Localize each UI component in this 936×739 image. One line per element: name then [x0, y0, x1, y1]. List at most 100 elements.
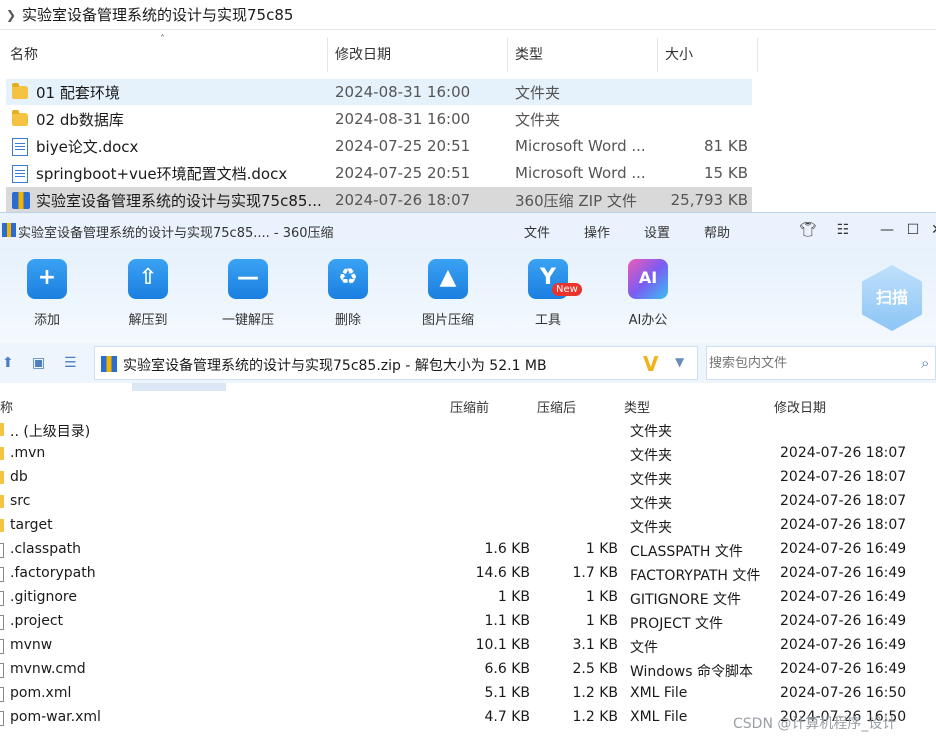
column-divider[interactable]	[327, 38, 328, 72]
file-icon	[0, 615, 4, 630]
ai-office-button[interactable]: AI AI办公	[603, 259, 693, 328]
address-bar[interactable]: ❯ 实验室设备管理系统的设计与实现75c85	[0, 0, 936, 30]
menu-operation[interactable]: 操作	[584, 222, 610, 241]
horizontal-scroll-thumb[interactable]	[132, 383, 226, 391]
file-icon	[0, 591, 4, 606]
archive-path-box[interactable]: 实验室设备管理系统的设计与实现75c85.zip - 解包大小为 52.1 MB…	[94, 346, 698, 380]
address-path[interactable]: 实验室设备管理系统的设计与实现75c85	[22, 4, 293, 25]
list-header-before[interactable]: 压缩前	[450, 397, 489, 416]
menu-help[interactable]: 帮助	[704, 222, 730, 241]
navigation-bar: ⬆ ▣ ☰ 实验室设备管理系统的设计与实现75c85.zip - 解包大小为 5…	[0, 343, 936, 383]
archive-list-row[interactable]: .factorypath 14.6 KB 1.7 KB FACTORYPATH 文件 2…	[0, 562, 936, 586]
list-header-after[interactable]: 压缩后	[537, 397, 576, 416]
file-size: 15 KB	[704, 164, 748, 182]
column-header-type[interactable]: 类型	[515, 38, 543, 72]
view-thumbnail-icon[interactable]: ▣	[32, 355, 45, 371]
entry-name: mvnw	[10, 637, 53, 653]
chevron-right-icon[interactable]: ❯	[0, 8, 22, 22]
entry-type: CLASSPATH 文件	[630, 544, 743, 560]
archive-list-row[interactable]: .gitignore 1 KB 1 KB GITIGNORE 文件 2024-07-26…	[0, 586, 936, 610]
verified-v-icon[interactable]: V	[643, 352, 658, 376]
app-zip-icon	[2, 223, 16, 237]
size-before: 10.1 KB	[475, 637, 530, 653]
entry-name: .project	[10, 613, 64, 629]
scan-button[interactable]: 扫描	[862, 265, 922, 331]
entry-type: XML File	[630, 709, 688, 725]
archive-list-row[interactable]: mvnw 10.1 KB 3.1 KB 文件 2024-07-26 16:49	[0, 634, 936, 658]
file-icon	[0, 663, 4, 678]
explorer-row[interactable]: 01 配套环境 2024-08-31 16:00 文件夹	[6, 79, 752, 105]
column-header-name[interactable]: 名称	[10, 38, 38, 72]
list-header-type[interactable]: 类型	[624, 397, 650, 416]
list-header-name[interactable]: 称	[0, 397, 13, 416]
extract-to-button[interactable]: ⇧ 解压到	[103, 259, 193, 328]
file-icon	[0, 711, 4, 726]
modified-date: 2024-08-31 16:00	[335, 83, 471, 101]
size-after: 1.2 KB	[572, 709, 619, 725]
file-type: 360压缩 ZIP 文件	[515, 191, 637, 210]
entry-name: .mvn	[10, 445, 46, 461]
maximize-icon[interactable]: ☐	[902, 219, 924, 241]
archive-list-row[interactable]: src 文件夹 2024-07-26 18:07	[0, 490, 936, 514]
explorer-row[interactable]: springboot+vue环境配置文档.docx 2024-07-25 20:5…	[6, 160, 752, 186]
list-header-date[interactable]: 修改日期	[774, 397, 826, 416]
explorer-row[interactable]: 02 db数据库 2024-08-31 16:00 文件夹	[6, 106, 752, 132]
add-button[interactable]: + 添加	[2, 259, 92, 328]
modified-date: 2024-08-31 16:00	[335, 110, 471, 128]
search-box[interactable]: ⌕	[706, 346, 936, 380]
size-before: 5.1 KB	[484, 685, 531, 701]
modified-date: 2024-07-26 18:07	[335, 191, 471, 209]
size-before: 14.6 KB	[475, 565, 530, 581]
archive-list-row[interactable]: pom.xml 5.1 KB 1.2 KB XML File 2024-07-26 16…	[0, 682, 936, 706]
one-click-extract-button[interactable]: — 一键解压	[203, 259, 293, 328]
file-type: 文件夹	[515, 83, 561, 102]
zip-titlebar[interactable]: 实验室设备管理系统的设计与实现75c85.... - 360压缩 文件 操作 设…	[0, 213, 936, 247]
size-before: 4.7 KB	[484, 709, 531, 725]
column-divider[interactable]	[657, 38, 658, 72]
archive-list-row[interactable]: mvnw.cmd 6.6 KB 2.5 KB Windows 命令脚本 2024-07-…	[0, 658, 936, 682]
archive-list-row[interactable]: db 文件夹 2024-07-26 18:07	[0, 466, 936, 490]
search-input[interactable]	[707, 347, 917, 379]
skin-shirt-icon[interactable]: 👕︎	[797, 219, 819, 241]
image-compress-button[interactable]: ▲ 图片压缩	[403, 259, 493, 328]
folder-icon	[12, 110, 30, 127]
archive-list-row[interactable]: .project 1.1 KB 1 KB PROJECT 文件 2024-07-26 1…	[0, 610, 936, 634]
column-divider[interactable]	[757, 38, 758, 72]
explorer-row[interactable]: 实验室设备管理系统的设计与实现75c85... 2024-07-26 18:07 3…	[6, 187, 752, 213]
archive-list-row[interactable]: .mvn 文件夹 2024-07-26 18:07	[0, 442, 936, 466]
folder-icon	[0, 519, 4, 532]
explorer-row[interactable]: biye论文.docx 2024-07-25 20:51 Microsoft Wor…	[6, 133, 752, 159]
file-name: biye论文.docx	[36, 137, 139, 156]
minimize-icon[interactable]: —	[876, 219, 898, 241]
archive-list-row[interactable]: .. (上级目录) 文件夹	[0, 418, 936, 442]
entry-name: mvnw.cmd	[10, 661, 86, 677]
search-icon[interactable]: ⌕	[921, 354, 929, 372]
archive-list-row[interactable]: target 文件夹 2024-07-26 18:07	[0, 514, 936, 538]
menu-settings[interactable]: 设置	[644, 222, 670, 241]
file-explorer: ❯ 实验室设备管理系统的设计与实现75c85 ˄ 名称 修改日期 类型 大小 0…	[0, 0, 936, 213]
feedback-icon[interactable]: ☷	[832, 219, 854, 241]
up-arrow-icon[interactable]: ⬆	[2, 355, 14, 371]
chevron-down-icon[interactable]: ▼	[675, 355, 684, 369]
size-after: 1 KB	[585, 589, 618, 605]
archive-list-row[interactable]: .classpath 1.6 KB 1 KB CLASSPATH 文件 2024-07-…	[0, 538, 936, 562]
one-click-extract-icon: —	[228, 259, 268, 299]
entry-name: .. (上级目录)	[10, 424, 91, 440]
menu-file[interactable]: 文件	[524, 222, 550, 241]
entry-date: 2024-07-26 16:49	[780, 589, 907, 605]
entry-name: .factorypath	[10, 565, 96, 581]
column-header-size[interactable]: 大小	[665, 38, 693, 72]
column-divider[interactable]	[507, 38, 508, 72]
column-header-date[interactable]: 修改日期	[335, 38, 391, 72]
recycle-bin-icon: ♻	[328, 259, 368, 299]
entry-type: 文件夹	[630, 520, 672, 536]
entry-name: pom.xml	[10, 685, 72, 701]
new-badge: New	[552, 283, 582, 296]
close-icon[interactable]: ✕	[926, 219, 936, 241]
view-list-icon[interactable]: ☰	[64, 355, 77, 371]
size-before: 6.6 KB	[484, 661, 531, 677]
zip-archive-icon	[12, 192, 30, 209]
delete-button[interactable]: ♻ 删除	[303, 259, 393, 328]
size-after: 1.7 KB	[572, 565, 619, 581]
file-icon	[0, 639, 4, 654]
